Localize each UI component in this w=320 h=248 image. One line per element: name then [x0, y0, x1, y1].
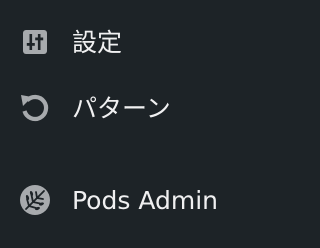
sidebar-item-label: パターン [72, 93, 171, 123]
admin-sidebar-menu: 設定 パターン Pods Admin [0, 0, 318, 248]
sidebar-item-pods-admin[interactable]: Pods Admin [0, 172, 318, 228]
pods-logo-icon [18, 183, 52, 217]
sidebar-item-label: Pods Admin [72, 185, 218, 215]
sidebar-item-settings[interactable]: 設定 [0, 14, 318, 70]
settings-sliders-icon [18, 25, 52, 59]
undo-icon [18, 91, 52, 125]
sidebar-item-label: 設定 [72, 27, 123, 57]
sidebar-item-patterns[interactable]: パターン [0, 80, 318, 136]
